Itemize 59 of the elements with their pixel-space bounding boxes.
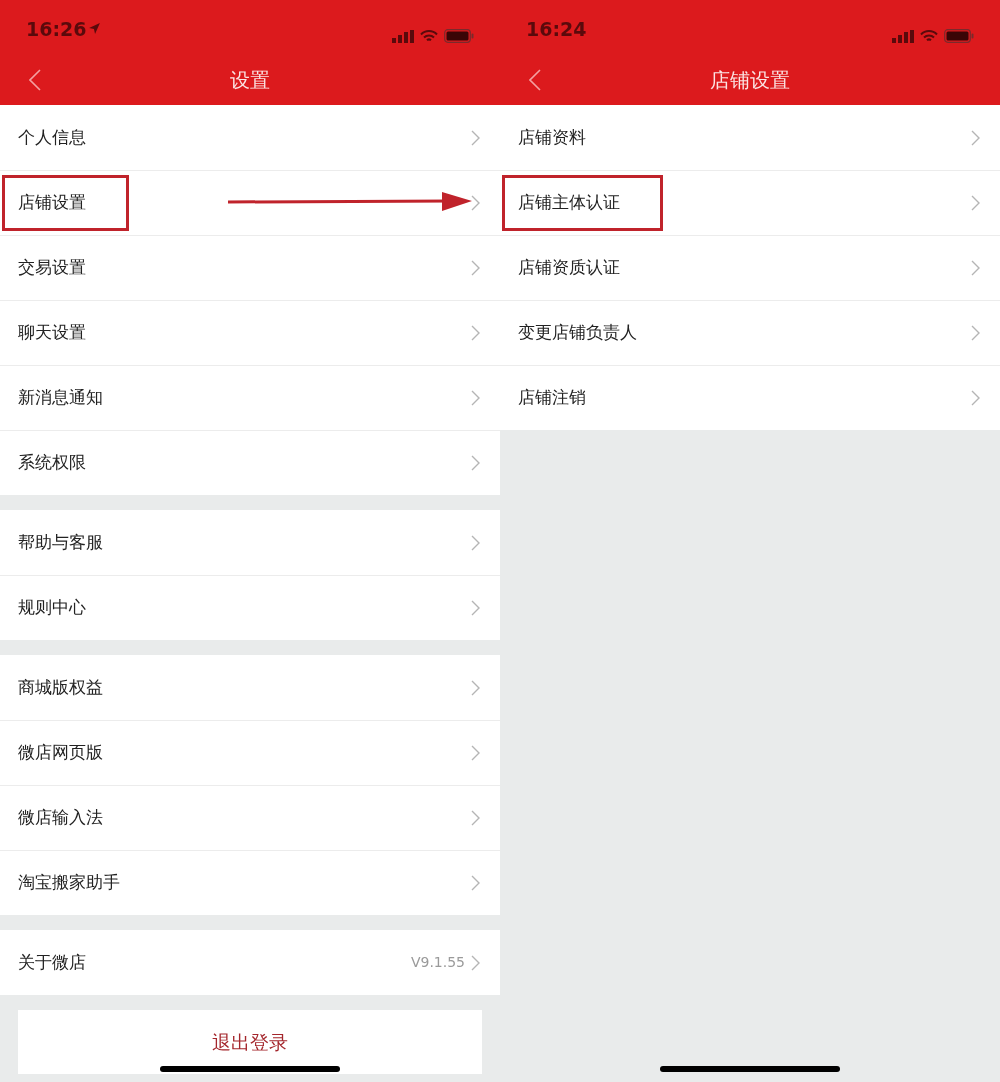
page-title: 设置 (230, 67, 270, 94)
back-icon[interactable] (529, 69, 541, 91)
settings-row[interactable]: 帮助与客服 (0, 510, 500, 575)
settings-row[interactable]: 店铺资料 (500, 105, 1000, 170)
row-label: 店铺设置 (2, 175, 129, 231)
chevron-right-icon (471, 875, 480, 891)
chevron-right-icon (471, 455, 480, 471)
row-label: 变更店铺负责人 (518, 321, 637, 345)
logout-button[interactable]: 退出登录 (18, 1010, 482, 1074)
row-label: 店铺注销 (518, 386, 586, 410)
row-label: 店铺资质认证 (518, 256, 620, 280)
row-label: 个人信息 (18, 125, 86, 149)
row-label: 系统权限 (18, 451, 86, 475)
row-label: 店铺主体认证 (502, 175, 663, 231)
settings-row[interactable]: 店铺注销 (500, 365, 1000, 430)
row-label: 淘宝搬家助手 (18, 871, 120, 895)
wifi-icon (920, 29, 938, 43)
chevron-right-icon (471, 954, 480, 971)
row-label: 交易设置 (18, 256, 86, 280)
battery-icon (444, 29, 474, 43)
chevron-right-icon (471, 745, 480, 761)
chevron-right-icon (971, 260, 980, 276)
signal-icon (892, 29, 914, 43)
row-label: 微店网页版 (18, 741, 103, 765)
settings-row[interactable]: 店铺资质认证 (500, 235, 1000, 300)
wifi-icon (420, 29, 438, 43)
row-label: 新消息通知 (18, 386, 103, 410)
status-time: 16:24 (526, 16, 587, 42)
status-time: 16:26 (26, 16, 87, 42)
back-icon[interactable] (29, 69, 41, 91)
chevron-right-icon (971, 390, 980, 406)
chevron-right-icon (471, 129, 480, 146)
row-label: 店铺资料 (518, 125, 586, 149)
chevron-right-icon (471, 534, 480, 551)
chevron-right-icon (471, 810, 480, 826)
version-text: V9.1.55 (410, 953, 465, 972)
chevron-right-icon (471, 390, 480, 406)
row-label: 微店输入法 (18, 806, 103, 830)
settings-row[interactable]: 关于微店 V9.1.55 (0, 930, 500, 995)
row-label: 商城版权益 (18, 675, 103, 699)
signal-icon (392, 29, 414, 43)
chevron-right-icon (471, 679, 480, 696)
row-label: 规则中心 (18, 596, 86, 620)
settings-row[interactable]: 商城版权益 (0, 655, 500, 720)
chevron-right-icon (471, 600, 480, 616)
settings-row[interactable]: 店铺主体认证 (500, 170, 1000, 235)
chevron-right-icon (971, 325, 980, 341)
chevron-right-icon (971, 129, 980, 146)
row-label: 帮助与客服 (18, 530, 103, 554)
chevron-right-icon (471, 325, 480, 341)
chevron-right-icon (471, 195, 480, 211)
settings-row[interactable]: 个人信息 (0, 105, 500, 170)
settings-row[interactable]: 变更店铺负责人 (500, 300, 1000, 365)
chevron-right-icon (471, 260, 480, 276)
chevron-right-icon (971, 195, 980, 211)
row-label: 关于微店 (18, 950, 86, 974)
row-label: 聊天设置 (18, 321, 86, 345)
page-title: 店铺设置 (710, 67, 790, 94)
battery-icon (944, 29, 974, 43)
